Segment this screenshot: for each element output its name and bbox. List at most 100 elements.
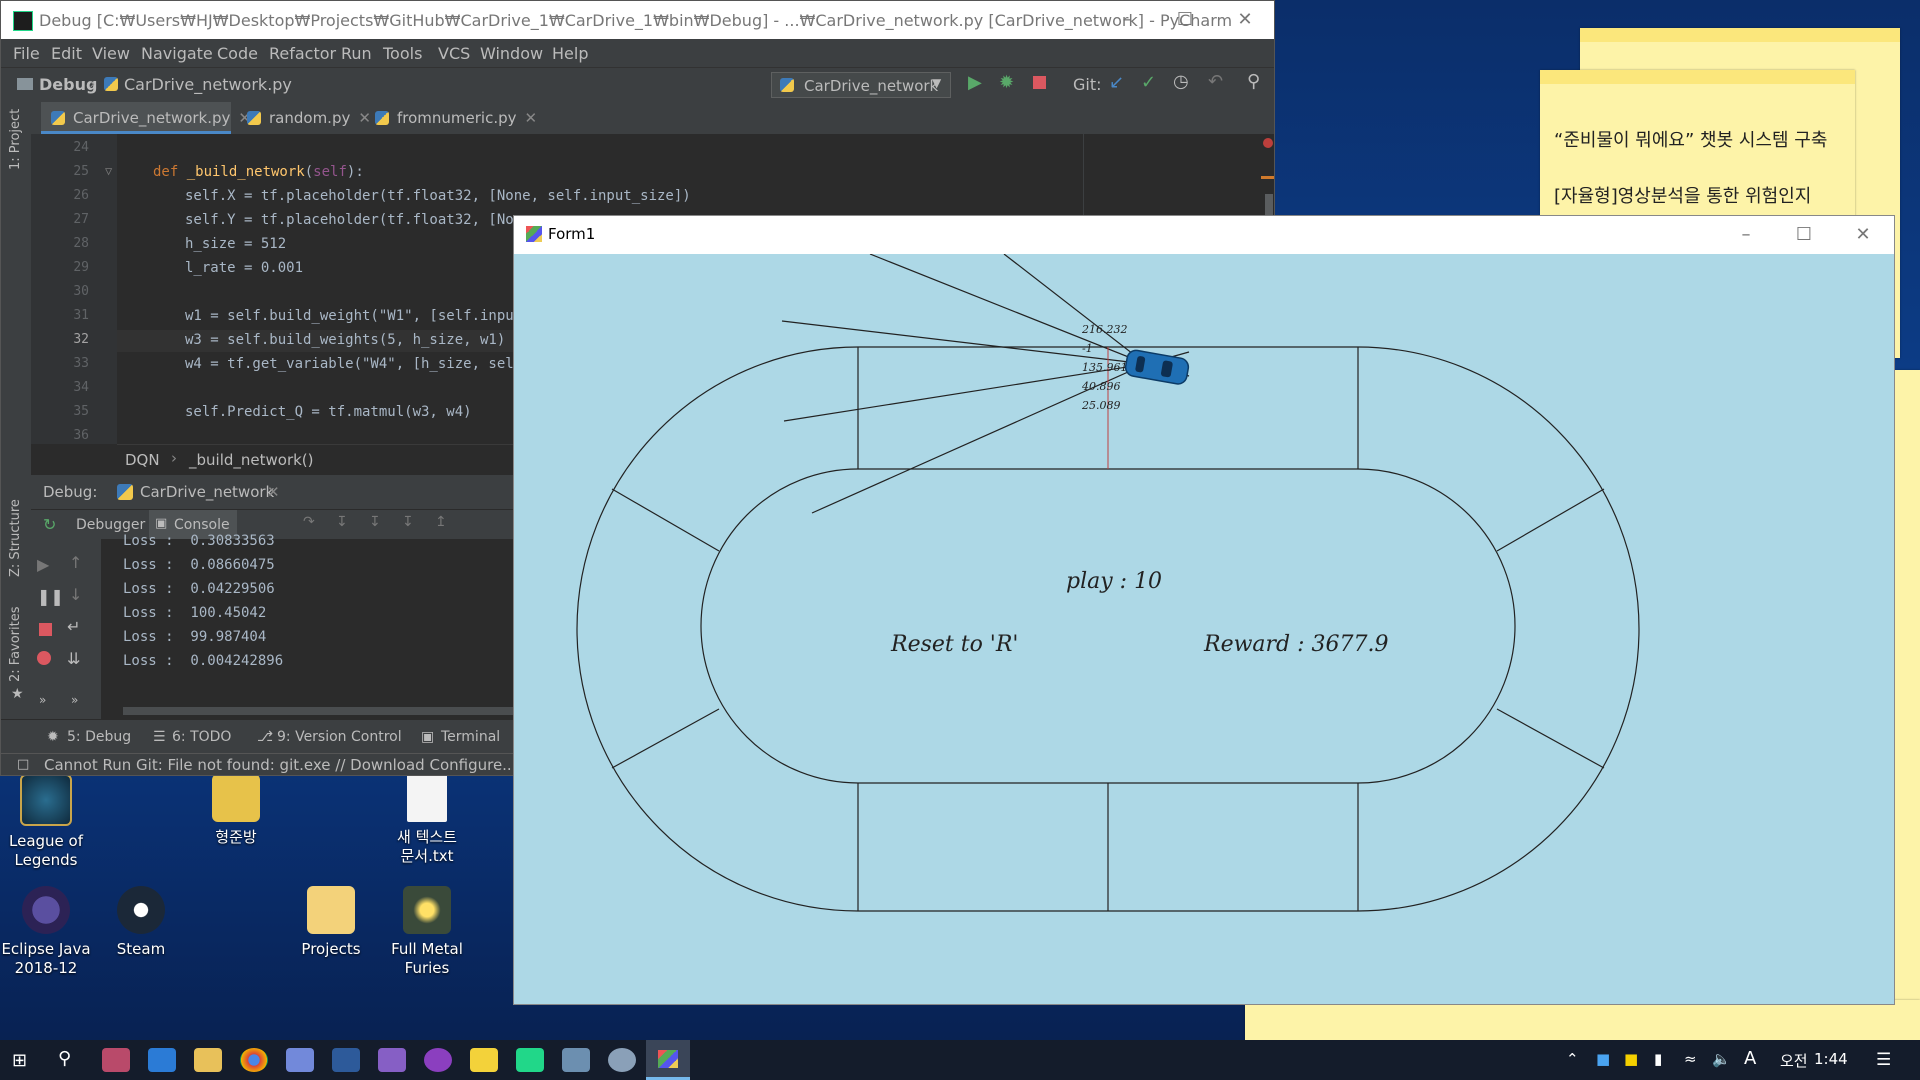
tool-tab-debug[interactable]: 5: Debug [67,729,131,745]
maximize-icon[interactable]: ☐ [1165,5,1205,35]
breadcrumb-class[interactable]: DQN [125,451,160,469]
git-commit-check-icon[interactable]: ✓ [1141,72,1156,93]
stop-icon[interactable] [1033,76,1046,89]
kakaotalk-icon[interactable]: ■ [1624,1050,1638,1068]
tab-fromnumeric[interactable]: fromnumeric.py ✕ [365,102,557,134]
close-tab-icon[interactable]: ✕ [525,109,538,127]
rerun-icon[interactable]: ↻ [43,515,56,534]
maximize-icon[interactable]: ☐ [1784,220,1824,250]
search-icon[interactable]: ⚲ [1247,71,1260,92]
fold-marker-icon[interactable]: ▽ [105,164,112,178]
discord-icon[interactable] [286,1048,314,1072]
run-icon[interactable]: ▶ [968,72,982,93]
show-hidden-icons-chevron-icon[interactable]: ⌃ [1566,1050,1579,1068]
menu-vcs[interactable]: VCS [438,44,470,63]
menu-file[interactable]: File [13,44,40,63]
minimize-icon[interactable]: – [1107,5,1147,35]
media-player-icon[interactable] [424,1048,452,1072]
minimize-icon[interactable]: – [1726,220,1766,250]
tray-app-icon[interactable]: ■ [1596,1050,1610,1068]
desktop-icon-projects[interactable]: Projects [283,886,379,959]
menu-navigate[interactable]: Navigate [141,44,213,63]
tab-console[interactable]: Console [174,517,230,533]
soft-wrap-icon[interactable]: ↵ [67,617,80,636]
close-tab-icon[interactable]: ✕ [267,483,280,501]
step-into-icon[interactable]: ↧ [336,514,348,530]
chrome-icon[interactable] [240,1048,268,1072]
run-config-dropdown[interactable]: CarDrive_network ▼ [771,72,951,98]
step-out-icon[interactable]: ↥ [435,514,447,530]
form1-title-bar[interactable]: Form1 – ☐ ✕ [514,216,1894,254]
edge-icon[interactable] [148,1048,176,1072]
scroll-to-end-icon[interactable]: ⇊ [67,649,80,668]
side-tab-favorites[interactable]: 2: Favorites [8,606,23,682]
step-over-icon[interactable]: ↷ [303,514,315,530]
pause-icon[interactable]: ❚❚ [37,587,64,606]
up-arrow-icon[interactable]: ↑ [69,553,82,572]
side-tab-structure[interactable]: Z: Structure [8,499,23,577]
menu-view[interactable]: View [92,44,130,63]
ime-indicator[interactable]: A [1744,1048,1756,1069]
visual-studio-installer-icon[interactable] [332,1048,360,1072]
tab-debugger[interactable]: Debugger [76,517,145,533]
force-step-into-icon[interactable]: ↧ [402,514,414,530]
close-icon[interactable]: ✕ [1225,5,1265,35]
tool-tab-terminal[interactable]: Terminal [441,729,500,745]
status-panel-icon[interactable]: □ [17,757,29,772]
wifi-icon[interactable]: ≈ [1684,1050,1697,1068]
git-revert-icon[interactable]: ↶ [1208,71,1223,92]
desktop-icon-steam[interactable]: Steam [93,886,189,959]
paint-app-icon[interactable] [102,1048,130,1072]
tool-tab-version-control[interactable]: 9: Version Control [277,729,402,745]
side-tab-project[interactable]: 1: Project [8,109,23,170]
git-history-clock-icon[interactable]: ◷ [1173,71,1189,92]
pycharm-taskbar-icon[interactable] [516,1048,544,1072]
desktop-icon-folder-hyeongjunbang[interactable]: 형준방 [188,774,284,847]
notification-center-icon[interactable]: ☰ [1876,1050,1891,1070]
sticky-notes-icon[interactable] [470,1048,498,1072]
volume-icon[interactable]: 🔈 [1712,1050,1731,1068]
desktop-icon-full-metal-furies[interactable]: Full Metal Furies [379,886,475,978]
more-icon[interactable]: » [71,693,78,707]
debug-config-tab[interactable]: CarDrive_network [140,483,274,501]
status-message[interactable]: Cannot Run Git: File not found: git.exe … [44,756,546,774]
breadcrumb-method[interactable]: _build_network() [189,451,314,469]
line-number: 30 [73,284,89,299]
visual-studio-icon[interactable] [378,1048,406,1072]
form1-taskbar-button[interactable] [646,1040,690,1080]
desktop-icon-new-text-document[interactable]: 새 텍스트 문서.txt [379,774,475,866]
menu-tools[interactable]: Tools [383,44,422,63]
file-explorer-icon[interactable] [194,1048,222,1072]
resume-icon[interactable]: ▶ [37,555,49,574]
menu-edit[interactable]: Edit [51,44,82,63]
menu-run[interactable]: Run [341,44,372,63]
step-into-my-code-icon[interactable]: ↧ [369,514,381,530]
game-app-icon[interactable] [608,1048,636,1072]
down-arrow-icon[interactable]: ↓ [69,585,82,604]
battery-icon[interactable]: ▮ [1654,1050,1662,1068]
debug-bug-icon[interactable]: ✹ [999,72,1014,93]
stop-icon[interactable] [39,623,52,636]
desktop-icon-league-of-legends[interactable]: League of Legends [0,774,94,870]
desktop-icon-eclipse[interactable]: Eclipse Java 2018-12 [0,886,94,978]
form1-window[interactable]: Form1 – ☐ ✕ 216.232 -1 135.961 40.896 25… [513,215,1895,1005]
photo-app-icon[interactable] [562,1048,590,1072]
windows-start-icon[interactable]: ⊞ [12,1050,27,1071]
clock-ampm[interactable]: 오전 [1780,1050,1808,1071]
search-icon[interactable]: ⚲ [58,1048,71,1069]
tab-cardrive-network[interactable]: CarDrive_network.py ✕ [41,102,251,134]
more-icon[interactable]: » [39,693,46,707]
menu-window[interactable]: Window [480,44,543,63]
console-horizontal-scrollbar[interactable] [123,707,523,715]
menu-code[interactable]: Code [217,44,258,63]
close-icon[interactable]: ✕ [1843,220,1883,250]
git-update-icon[interactable]: ↙ [1109,72,1124,93]
tool-tab-todo[interactable]: 6: TODO [172,729,231,745]
nav-file[interactable]: CarDrive_network.py [124,75,292,94]
view-breakpoints-icon[interactable] [37,651,51,665]
clock-time[interactable]: 1:44 [1814,1050,1848,1068]
simulation-canvas[interactable]: 216.232 -1 135.961 40.896 25.089 play : … [514,254,1894,1004]
menu-help[interactable]: Help [552,44,588,63]
pycharm-title-bar[interactable]: Debug [C:₩Users₩HJ₩Desktop₩Projects₩GitH… [1,1,1274,39]
menu-refactor[interactable]: Refactor [269,44,336,63]
